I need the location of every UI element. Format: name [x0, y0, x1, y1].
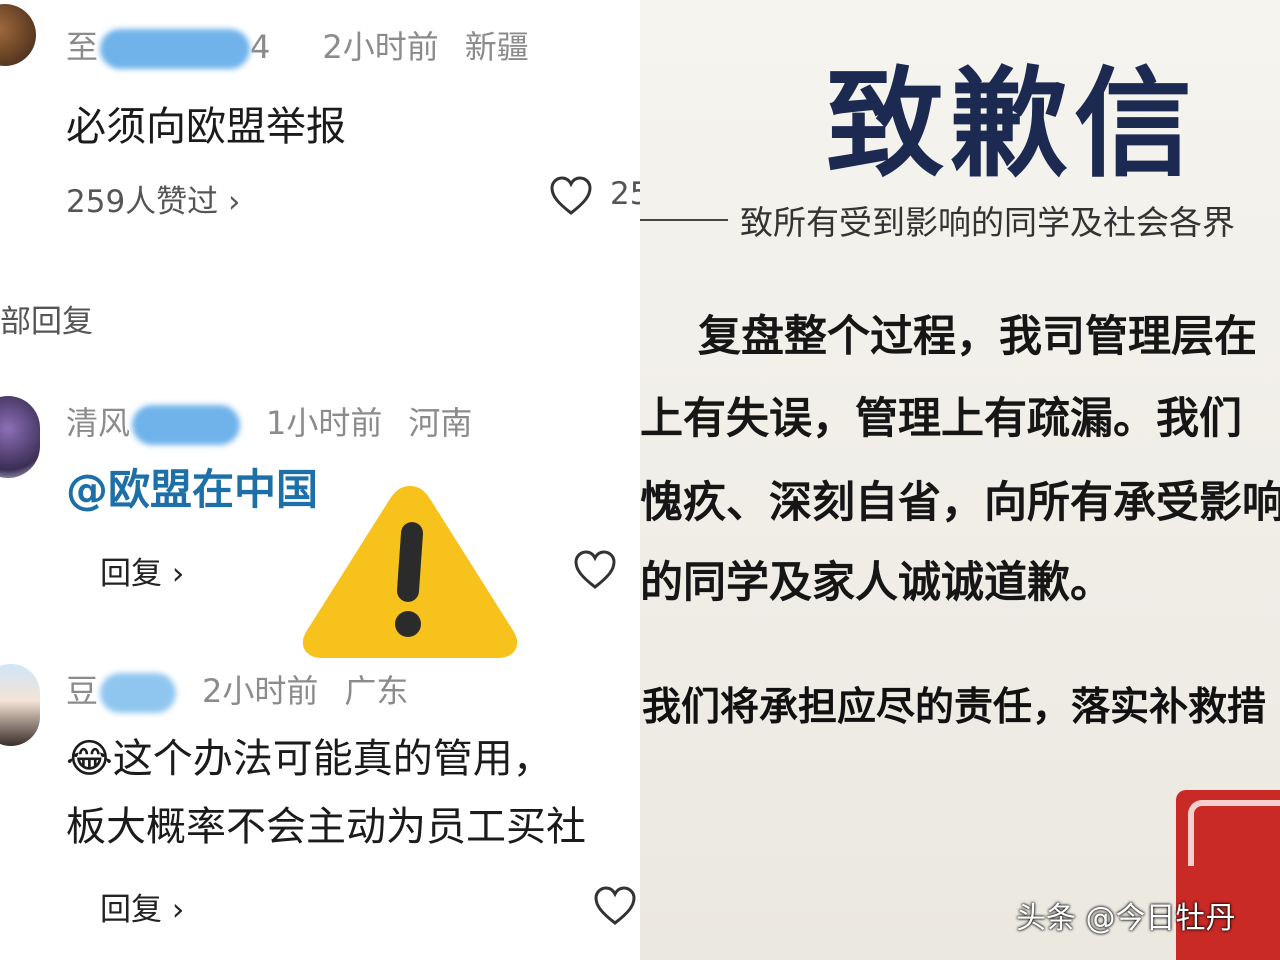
timestamp: 2小时前 — [202, 672, 319, 710]
comment-text: 😂这个办法可能真的管用， — [66, 726, 553, 784]
warning-triangle-icon — [302, 486, 518, 658]
avatar[interactable] — [0, 664, 40, 746]
timestamp: 2小时前 — [322, 28, 439, 66]
letter-line-2: 上有失误，管理上有疏漏。我们 — [640, 394, 1242, 444]
reply-button[interactable]: 回复 › — [100, 884, 184, 929]
timestamp: 1小时前 — [266, 404, 383, 442]
replies-header: 部回复 — [0, 304, 93, 340]
comment-panel: 至 4 2小时前 新疆 必须向欧盟举报 259人赞过 › 25 部回复 清风 1小时前河… — [0, 0, 640, 960]
letter-line-3: 愧疚、深刻自省，向所有承受影响 — [640, 478, 1280, 528]
dash-divider — [640, 219, 728, 221]
letter-addressee: 致所有受到影响的同学及社会各界 — [740, 203, 1235, 242]
likes-link[interactable]: 259人赞过 › — [66, 176, 240, 221]
reply-button[interactable]: 回复 › — [100, 548, 184, 593]
avatar[interactable] — [0, 4, 36, 66]
location: 河南 — [408, 404, 473, 442]
comment-line-1: 这个办法可能真的管用， — [112, 736, 553, 782]
avatar[interactable] — [0, 396, 40, 478]
heart-icon[interactable] — [550, 176, 592, 216]
watermark: 头条 @今日牡丹 — [1016, 901, 1236, 936]
heart-icon[interactable] — [574, 550, 616, 590]
comment-text-line-2: 板大概率不会主动为员工买社 — [66, 804, 586, 850]
letter-line-1: 复盘整个过程，我司管理层在 — [698, 312, 1257, 362]
location: 新疆 — [464, 28, 529, 66]
comment-meta: 豆 2小时前 广东 — [66, 666, 434, 713]
like-count: 25 — [610, 176, 640, 212]
username[interactable]: 清风 — [66, 404, 130, 442]
apology-letter-panel: 致歉信 致所有受到影响的同学及社会各界 复盘整个过程，我司管理层在 上有失误，管… — [640, 0, 1280, 960]
mention-link[interactable]: @欧盟在中国 — [66, 456, 318, 517]
comment-text: 必须向欧盟举报 — [66, 104, 346, 150]
username[interactable]: 至 — [66, 28, 98, 66]
stamp-border — [1188, 800, 1280, 866]
comment-meta: 清风 1小时前 河南 — [66, 398, 498, 445]
laughing-emoji-icon: 😂 — [66, 736, 113, 782]
username[interactable]: 豆 — [66, 672, 98, 710]
comment-meta: 至 4 2小时前 新疆 — [66, 22, 555, 69]
letter-line-4: 的同学及家人诚诚道歉。 — [640, 558, 1113, 608]
letter-title: 致歉信 — [826, 55, 1199, 193]
heart-icon[interactable] — [594, 886, 636, 926]
letter-commitment: 我们将承担应尽的责任，落实补救措 — [642, 685, 1267, 730]
username-suffix: 4 — [250, 28, 271, 66]
location: 广东 — [344, 672, 409, 710]
